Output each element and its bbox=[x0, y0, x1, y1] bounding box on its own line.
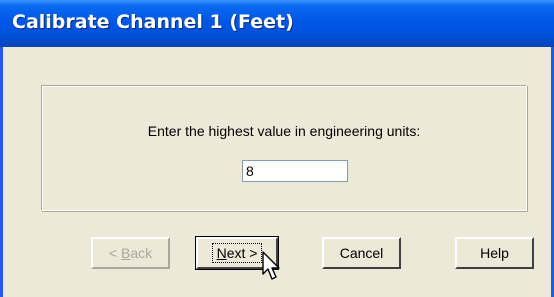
next-accelerator: N bbox=[216, 245, 227, 261]
back-button[interactable]: < Back bbox=[91, 237, 170, 269]
highest-value-input[interactable] bbox=[242, 160, 348, 182]
mouse-pointer-icon bbox=[262, 251, 280, 280]
next-focus-rect: Next > bbox=[211, 243, 263, 263]
calibrate-dialog: Calibrate Channel 1 (Feet) Enter the hig… bbox=[0, 0, 554, 297]
prompt-label: Enter the highest value in engineering u… bbox=[147, 123, 421, 139]
input-panel: Enter the highest value in engineering u… bbox=[41, 85, 527, 211]
next-label-suffix: ext > bbox=[226, 245, 258, 261]
cancel-button[interactable]: Cancel bbox=[322, 237, 401, 269]
window-left-border bbox=[0, 47, 3, 297]
back-label-suffix: ack bbox=[130, 245, 153, 261]
back-accelerator: B bbox=[120, 245, 131, 261]
title-bar[interactable]: Calibrate Channel 1 (Feet) bbox=[0, 0, 554, 47]
back-label-prefix: < bbox=[108, 245, 121, 261]
window-title: Calibrate Channel 1 (Feet) bbox=[12, 11, 294, 33]
help-button[interactable]: Help bbox=[455, 237, 534, 269]
